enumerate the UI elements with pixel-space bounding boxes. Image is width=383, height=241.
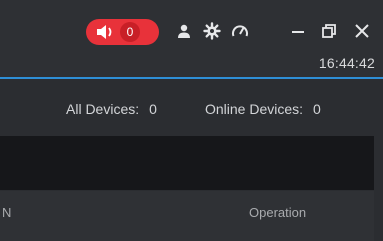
- filter-bar[interactable]: [0, 136, 374, 190]
- alarm-count: 0: [126, 25, 134, 39]
- gauge-icon[interactable]: [231, 22, 249, 40]
- speaker-icon: [95, 25, 115, 39]
- gear-icon[interactable]: [203, 22, 221, 40]
- all-devices-count: All Devices: 0: [66, 101, 157, 117]
- minimize-icon[interactable]: [289, 22, 307, 40]
- all-devices-label: All Devices:: [66, 101, 140, 117]
- all-devices-value: 0: [149, 101, 157, 117]
- alarm-button[interactable]: 0: [86, 19, 159, 45]
- title-bar: 0 16:44:42: [0, 0, 383, 79]
- online-devices-count: Online Devices: 0: [205, 101, 321, 117]
- online-devices-value: 0: [313, 101, 321, 117]
- column-header-name[interactable]: N: [2, 205, 11, 220]
- alarm-count-badge: 0: [120, 22, 140, 42]
- restore-icon[interactable]: [320, 22, 338, 40]
- close-icon[interactable]: [353, 22, 371, 40]
- table-header: N Operation: [0, 191, 374, 241]
- column-header-operation[interactable]: Operation: [249, 205, 306, 220]
- user-icon[interactable]: [175, 22, 193, 40]
- device-counts-bar: All Devices: 0 Online Devices: 0: [0, 79, 383, 135]
- online-devices-label: Online Devices:: [205, 101, 304, 117]
- clock: 16:44:42: [318, 55, 375, 71]
- scrollbar[interactable]: [374, 136, 383, 241]
